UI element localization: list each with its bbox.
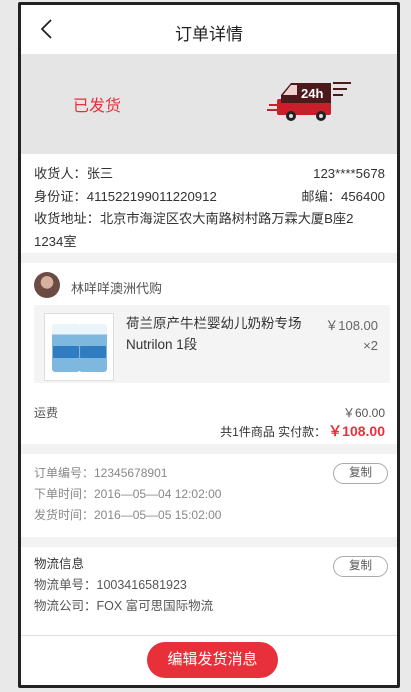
shipping-fee-value: ￥60.00 bbox=[342, 406, 385, 420]
shipping-status-banner: 已发货 24h bbox=[21, 54, 397, 154]
truck-badge: 24h bbox=[301, 86, 323, 101]
product-name: 荷兰原产牛栏婴幼儿奶粉专场Nutrilon 1段 bbox=[126, 316, 302, 352]
status-text: 已发货 bbox=[73, 98, 122, 115]
id-number: 411522199011220912 bbox=[86, 188, 217, 204]
avatar bbox=[34, 272, 60, 298]
delivery-truck-icon: 24h bbox=[267, 82, 351, 121]
zip-line: 邮编：456400 bbox=[301, 186, 385, 209]
zip-label: 邮编： bbox=[301, 188, 341, 204]
order-number: 订单编号：12345678901 bbox=[34, 466, 168, 480]
ship-time: 发货时间：2016—05—05 15:02:00 bbox=[34, 508, 222, 522]
tracking-number: 物流单号：1003416581923 bbox=[34, 578, 187, 592]
id-line: 身份证：411522199011220912 bbox=[34, 186, 217, 209]
address-label: 收货地址： bbox=[34, 211, 100, 226]
logistics-info: 复制 物流信息 物流单号：1003416581923 物流公司：FOX 富可思国… bbox=[21, 547, 397, 635]
edit-shipping-button[interactable]: 编辑发货消息 bbox=[147, 642, 278, 678]
copy-tracking-button[interactable]: 复制 bbox=[333, 556, 388, 577]
shop-header: 林咩咩澳洲代购 bbox=[21, 263, 397, 303]
receiver-name: 张三 bbox=[86, 166, 114, 181]
product-quantity: ×2 bbox=[363, 338, 378, 353]
order-info: 复制 订单编号：12345678901 下单时间：2016—05—04 12:0… bbox=[21, 454, 397, 537]
phone-frame: 订单详情 已发货 24h 收货人：张三 123****5678 身份证：4115… bbox=[18, 2, 400, 688]
page-title: 订单详情 bbox=[175, 25, 243, 44]
address-text-1: 北京市海淀区农大南路树村路万霖大厦B座2 bbox=[99, 211, 354, 226]
milk-can-icon bbox=[52, 324, 80, 372]
order-time: 下单时间：2016—05—04 12:02:00 bbox=[34, 487, 222, 501]
total-summary: 共1件商品 实付款： bbox=[220, 425, 327, 439]
copy-order-button[interactable]: 复制 bbox=[333, 463, 388, 484]
divider bbox=[21, 253, 397, 263]
receiver-line: 收货人：张三 bbox=[34, 163, 113, 186]
address-text-2: 1234室 bbox=[34, 233, 77, 249]
logistics-company: 物流公司：FOX 富可思国际物流 bbox=[34, 599, 214, 613]
product-price: ￥108.00 bbox=[325, 318, 378, 333]
product-item[interactable]: 荷兰原产牛栏婴幼儿奶粉专场Nutrilon 1段 ￥108.00 ×2 bbox=[34, 305, 390, 383]
divider bbox=[21, 537, 397, 547]
shipping-fee-label: 运费 bbox=[34, 406, 59, 420]
total-amount: ￥108.00 bbox=[328, 423, 385, 439]
logistics-title: 物流信息 bbox=[34, 557, 85, 571]
zip-value: 456400 bbox=[340, 188, 385, 204]
payment-summary: 运费 ￥60.00 共1件商品 实付款： ￥108.00 bbox=[21, 383, 397, 444]
milk-can-icon bbox=[79, 324, 107, 372]
shop-name: 林咩咩澳洲代购 bbox=[71, 281, 163, 296]
nav-bar: 订单详情 bbox=[21, 5, 397, 54]
receiver-phone: 123****5678 bbox=[313, 166, 385, 181]
bottom-bar: 编辑发货消息 bbox=[21, 635, 397, 685]
receiver-address: 收货人：张三 123****5678 身份证：41152219901122091… bbox=[21, 154, 397, 253]
product-image bbox=[44, 313, 114, 381]
id-label: 身份证： bbox=[34, 188, 87, 204]
total-line: 共1件商品 实付款： ￥108.00 bbox=[220, 421, 385, 441]
divider bbox=[21, 444, 397, 454]
receiver-label: 收货人： bbox=[34, 166, 87, 181]
address-line: 收货地址：北京市海淀区农大南路树村路万霖大厦B座2 bbox=[34, 208, 385, 231]
